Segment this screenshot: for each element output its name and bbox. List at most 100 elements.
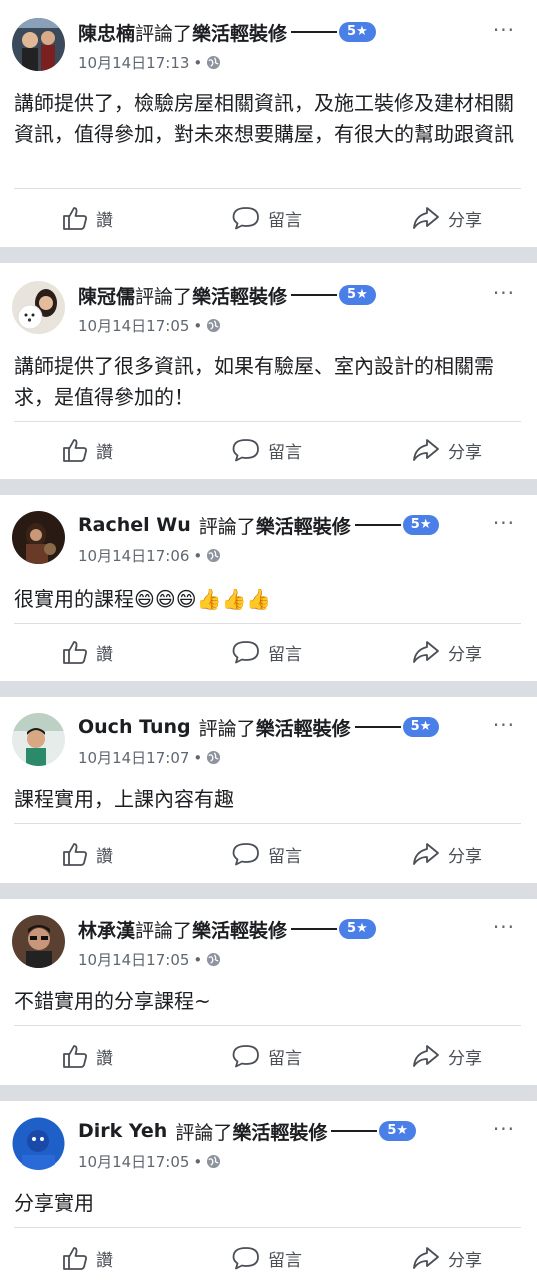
like-button[interactable]: 讚 xyxy=(62,834,113,874)
post-meta: 10月14日17:06 • xyxy=(78,545,221,566)
share-icon xyxy=(413,1045,439,1067)
like-button[interactable]: 讚 xyxy=(62,632,113,672)
like-label: 讚 xyxy=(96,846,113,867)
avatar[interactable] xyxy=(12,713,65,766)
globe-icon xyxy=(207,55,221,70)
more-options-icon[interactable]: ··· xyxy=(493,281,515,305)
rating-connector xyxy=(291,294,338,296)
rating-connector xyxy=(291,928,338,930)
like-icon xyxy=(63,641,87,664)
globe-icon xyxy=(207,548,221,563)
like-button[interactable]: 讚 xyxy=(62,1238,113,1278)
page-name[interactable]: 樂活輕裝修 xyxy=(232,1118,327,1145)
rating-badge: 5★ xyxy=(339,22,376,42)
like-button[interactable]: 讚 xyxy=(62,430,113,470)
comment-button[interactable]: 留言 xyxy=(232,198,302,238)
comment-button[interactable]: 留言 xyxy=(232,430,302,470)
share-button[interactable]: 分享 xyxy=(412,632,482,672)
timestamp[interactable]: 10月14日17:05 xyxy=(78,1151,189,1172)
timestamp[interactable]: 10月14日17:07 xyxy=(78,747,189,768)
share-button[interactable]: 分享 xyxy=(412,1036,482,1076)
more-options-icon[interactable]: ··· xyxy=(493,713,515,737)
timestamp[interactable]: 10月14日17:05 xyxy=(78,315,189,336)
timestamp[interactable]: 10月14日17:05 xyxy=(78,949,189,970)
review-post: 陳忠楠 評論了 樂活輕裝修 5★ 10月14日17:13 • ··· 講師提供了，檢驗房… xyxy=(0,0,537,247)
review-verb: 評論了 xyxy=(135,285,193,308)
action-bar: 讚 留言 分享 xyxy=(0,1036,537,1076)
review-verb: 評論了 xyxy=(198,515,256,538)
author-name[interactable]: Dirk Yeh xyxy=(78,1120,167,1142)
comment-button[interactable]: 留言 xyxy=(232,834,302,874)
post-header: 陳冠儒 評論了 樂活輕裝修 5★ xyxy=(78,282,376,308)
separator-dot: • xyxy=(193,950,203,969)
share-icon xyxy=(413,843,439,865)
separator-dot: • xyxy=(193,546,203,565)
post-header: Ouch Tung 評論了 樂活輕裝修 5★ xyxy=(78,714,440,741)
page-name[interactable]: 樂活輕裝修 xyxy=(192,19,287,46)
like-button[interactable]: 讚 xyxy=(62,198,113,238)
globe-icon xyxy=(207,952,221,967)
timestamp[interactable]: 10月14日17:13 xyxy=(78,52,189,73)
comment-button[interactable]: 留言 xyxy=(232,1238,302,1278)
comment-button[interactable]: 留言 xyxy=(232,632,302,672)
rating-badge: 5★ xyxy=(339,285,376,305)
divider xyxy=(14,1025,521,1026)
post-meta: 10月14日17:07 • xyxy=(78,747,221,768)
like-label: 讚 xyxy=(96,442,113,463)
author-name[interactable]: 陳忠楠 xyxy=(78,19,135,46)
share-button[interactable]: 分享 xyxy=(412,198,482,238)
post-header: 林承漢 評論了 樂活輕裝修 5★ xyxy=(78,916,376,942)
author-name[interactable]: Rachel Wu xyxy=(78,514,191,536)
separator-dot: • xyxy=(193,316,203,335)
more-options-icon[interactable]: ··· xyxy=(493,511,515,535)
share-button[interactable]: 分享 xyxy=(412,834,482,874)
page-name[interactable]: 樂活輕裝修 xyxy=(192,916,287,943)
like-icon xyxy=(63,207,87,230)
share-icon xyxy=(413,207,439,229)
page-name[interactable]: 樂活輕裝修 xyxy=(256,512,351,539)
like-label: 讚 xyxy=(96,1048,113,1069)
author-name[interactable]: Ouch Tung xyxy=(78,716,191,738)
rating-badge: 5★ xyxy=(379,1121,417,1141)
rating-badge: 5★ xyxy=(402,717,440,737)
page-name[interactable]: 樂活輕裝修 xyxy=(256,714,351,741)
review-post: Rachel Wu 評論了 樂活輕裝修 5★ 10月14日17:06 • ··· 很實用… xyxy=(0,495,537,681)
comment-icon xyxy=(232,843,259,866)
comment-button[interactable]: 留言 xyxy=(232,1036,302,1076)
more-options-icon[interactable]: ··· xyxy=(493,915,515,939)
rating-badge: 5★ xyxy=(339,919,376,939)
review-post: Ouch Tung 評論了 樂活輕裝修 5★ 10月14日17:07 • ··· 課程實… xyxy=(0,697,537,883)
comment-icon xyxy=(232,1247,259,1270)
like-icon xyxy=(63,1247,87,1270)
rating-connector xyxy=(331,1130,378,1132)
post-header: 陳忠楠 評論了 樂活輕裝修 5★ xyxy=(78,19,376,45)
author-name[interactable]: 陳冠儒 xyxy=(78,282,135,309)
action-bar: 讚 留言 分享 xyxy=(0,632,537,672)
rating-connector xyxy=(354,726,401,728)
author-name[interactable]: 林承漢 xyxy=(78,916,135,943)
share-icon xyxy=(413,1247,439,1269)
avatar[interactable] xyxy=(12,1117,65,1170)
comment-label: 留言 xyxy=(268,442,302,463)
post-meta: 10月14日17:05 • xyxy=(78,949,221,970)
page-name[interactable]: 樂活輕裝修 xyxy=(192,282,287,309)
like-button[interactable]: 讚 xyxy=(62,1036,113,1076)
rating-connector xyxy=(354,524,401,526)
avatar[interactable] xyxy=(12,18,65,71)
globe-icon xyxy=(207,750,221,765)
comment-label: 留言 xyxy=(268,644,302,665)
like-label: 讚 xyxy=(96,1250,113,1271)
review-verb: 評論了 xyxy=(198,717,256,740)
comment-label: 留言 xyxy=(268,846,302,867)
rating-connector xyxy=(291,31,338,33)
more-options-icon[interactable]: ··· xyxy=(493,1117,515,1141)
timestamp[interactable]: 10月14日17:06 xyxy=(78,545,189,566)
rating-badge: 5★ xyxy=(402,515,440,535)
like-icon xyxy=(63,843,87,866)
avatar[interactable] xyxy=(12,915,65,968)
share-button[interactable]: 分享 xyxy=(412,1238,482,1278)
avatar[interactable] xyxy=(12,281,65,334)
share-button[interactable]: 分享 xyxy=(412,430,482,470)
more-options-icon[interactable]: ··· xyxy=(493,18,515,42)
avatar[interactable] xyxy=(12,511,65,564)
